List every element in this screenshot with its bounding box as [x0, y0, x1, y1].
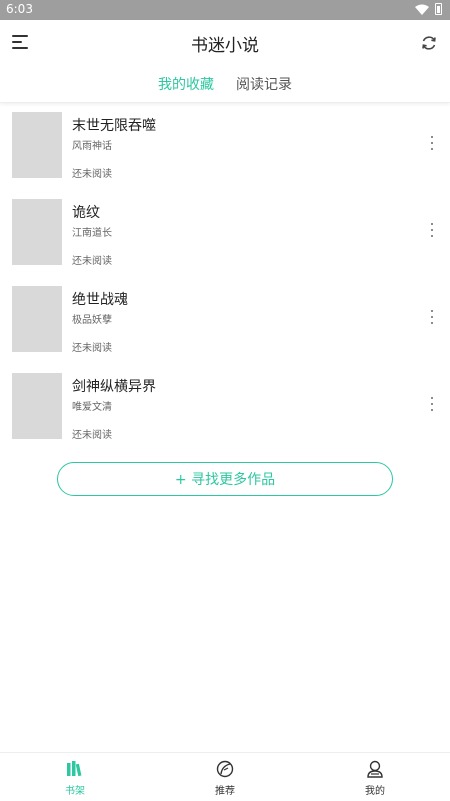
book-item[interactable]: 剑神纵横异界 唯爱文清 还未阅读 [0, 371, 450, 458]
page-title: 书迷小说 [191, 35, 259, 56]
wifi-icon [415, 4, 429, 15]
status-time: 6:03 [6, 2, 33, 16]
book-progress: 还未阅读 [72, 430, 112, 441]
nav-item-bookshelf[interactable]: 书架 [45, 759, 105, 797]
book-title: 绝世战魂 [72, 292, 128, 308]
battery-icon [435, 3, 442, 15]
nav-label: 推荐 [215, 786, 235, 797]
app-header: 书迷小说 [0, 20, 450, 66]
bookshelf-icon [67, 761, 82, 777]
more-options-icon[interactable] [428, 223, 436, 237]
book-title: 诡纹 [72, 205, 100, 221]
book-progress: 还未阅读 [72, 256, 112, 267]
more-options-icon[interactable] [428, 136, 436, 150]
book-item[interactable]: 诡纹 江南道长 还未阅读 [0, 197, 450, 284]
book-progress: 还未阅读 [72, 169, 112, 180]
status-icons [415, 3, 442, 15]
nav-label: 书架 [65, 786, 85, 797]
book-item[interactable]: 末世无限吞噬 风雨神话 还未阅读 [0, 110, 450, 197]
book-author: 江南道长 [72, 228, 112, 239]
recommend-leaf-icon [216, 760, 234, 778]
profile-icon [367, 760, 383, 778]
bottom-nav: 书架 推荐 我的 [0, 752, 450, 801]
book-cover[interactable] [12, 373, 62, 439]
nav-label: 我的 [365, 786, 385, 797]
menu-icon [12, 35, 28, 37]
more-options-icon[interactable] [428, 310, 436, 324]
tab-bar: 我的收藏 阅读记录 [0, 66, 450, 103]
menu-button[interactable] [12, 35, 28, 49]
book-progress: 还未阅读 [72, 343, 112, 354]
book-author: 风雨神话 [72, 141, 112, 152]
book-title: 剑神纵横异界 [72, 379, 156, 395]
book-author: 极品妖孽 [72, 315, 112, 326]
more-options-icon[interactable] [428, 397, 436, 411]
book-cover[interactable] [12, 199, 62, 265]
find-more-button[interactable]: + 寻找更多作品 [57, 462, 393, 496]
status-bar: 6:03 [0, 0, 450, 20]
nav-item-mine[interactable]: 我的 [345, 759, 405, 797]
tab-favorites[interactable]: 我的收藏 [158, 74, 214, 94]
book-cover[interactable] [12, 112, 62, 178]
book-list: 末世无限吞噬 风雨神话 还未阅读 诡纹 江南道长 还未阅读 绝世战魂 极品妖孽 … [0, 110, 450, 458]
book-cover[interactable] [12, 286, 62, 352]
nav-item-recommend[interactable]: 推荐 [195, 759, 255, 797]
book-title: 末世无限吞噬 [72, 118, 156, 134]
refresh-icon[interactable] [420, 34, 438, 52]
tab-reading-history[interactable]: 阅读记录 [236, 74, 292, 94]
book-author: 唯爱文清 [72, 402, 112, 413]
book-item[interactable]: 绝世战魂 极品妖孽 还未阅读 [0, 284, 450, 371]
